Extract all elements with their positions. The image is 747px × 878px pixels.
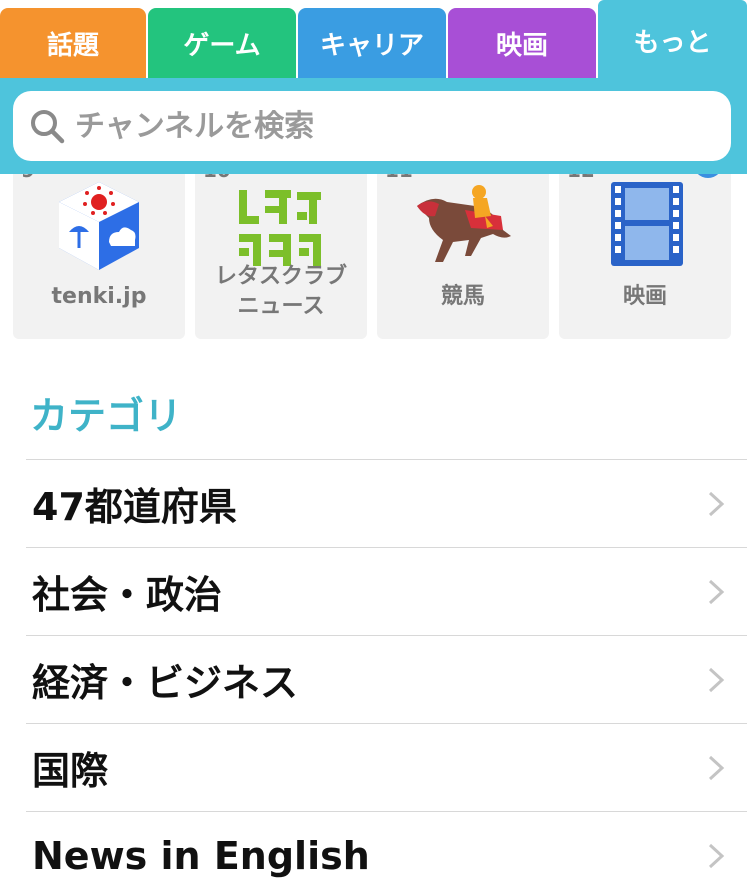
card-label: tenki.jp — [51, 284, 147, 309]
card-label: レタスクラブ ニュース — [195, 262, 367, 322]
tenki-icon — [59, 182, 139, 270]
chevron-right-icon — [708, 579, 725, 604]
card-label: 映画 — [622, 284, 667, 309]
tab-wadai[interactable]: 話題 — [0, 8, 146, 78]
category-item-label: 社会・政治 — [32, 573, 223, 617]
tab-more[interactable]: もっと — [598, 0, 747, 90]
category-item-label: 経済・ビジネス — [32, 661, 299, 705]
category-item-label: 47都道府県 — [32, 485, 237, 529]
category-list: 47都道府県 社会・政治 経済・ビジネス 国際 News in English — [26, 459, 747, 878]
card-rank: 9 — [21, 174, 35, 182]
search-input[interactable] — [75, 108, 675, 144]
category-item-label: News in English — [32, 833, 370, 878]
search-bar — [0, 78, 747, 174]
category-item-economy-business[interactable]: 経済・ビジネス — [26, 635, 747, 723]
search-icon — [31, 110, 65, 144]
checkmark-icon — [693, 174, 723, 178]
card-rank: 12 — [567, 174, 595, 182]
tab-game[interactable]: ゲーム — [148, 8, 296, 78]
channel-card-movie[interactable]: 12 映画 — [559, 174, 731, 339]
category-title: カテゴリ — [30, 394, 183, 438]
channel-card-tenki[interactable]: 9 tenki.jp — [13, 174, 185, 339]
category-item-label: 国際 — [32, 749, 109, 793]
channel-cards: 9 tenki.jp 10 — [0, 174, 747, 344]
tab-movie[interactable]: 映画 — [448, 8, 596, 78]
horse-racing-icon — [417, 185, 511, 262]
search-box[interactable] — [13, 91, 731, 161]
channel-card-keiba[interactable]: 11 競馬 — [377, 174, 549, 339]
channel-card-lettuce-club[interactable]: 10 レタスクラブ ニュース — [195, 174, 367, 339]
card-label: 競馬 — [440, 284, 485, 309]
category-item-news-in-english[interactable]: News in English — [26, 811, 747, 878]
card-rank: 10 — [203, 174, 231, 182]
film-icon — [611, 182, 683, 266]
lettuce-club-icon — [239, 190, 321, 266]
tab-career[interactable]: キャリア — [298, 8, 446, 78]
chevron-right-icon — [708, 491, 725, 516]
category-item-society-politics[interactable]: 社会・政治 — [26, 547, 747, 635]
chevron-right-icon — [708, 755, 725, 780]
chevron-right-icon — [708, 667, 725, 692]
category-item-international[interactable]: 国際 — [26, 723, 747, 811]
category-item-prefectures[interactable]: 47都道府県 — [26, 459, 747, 547]
card-label-line-1: レタスクラブ — [214, 264, 347, 289]
chevron-right-icon — [708, 843, 725, 868]
channel-tabs: 話題 ゲーム キャリア 映画 もっと — [0, 0, 747, 90]
card-label-line-2: ニュース — [237, 294, 325, 319]
card-rank: 11 — [385, 174, 413, 182]
